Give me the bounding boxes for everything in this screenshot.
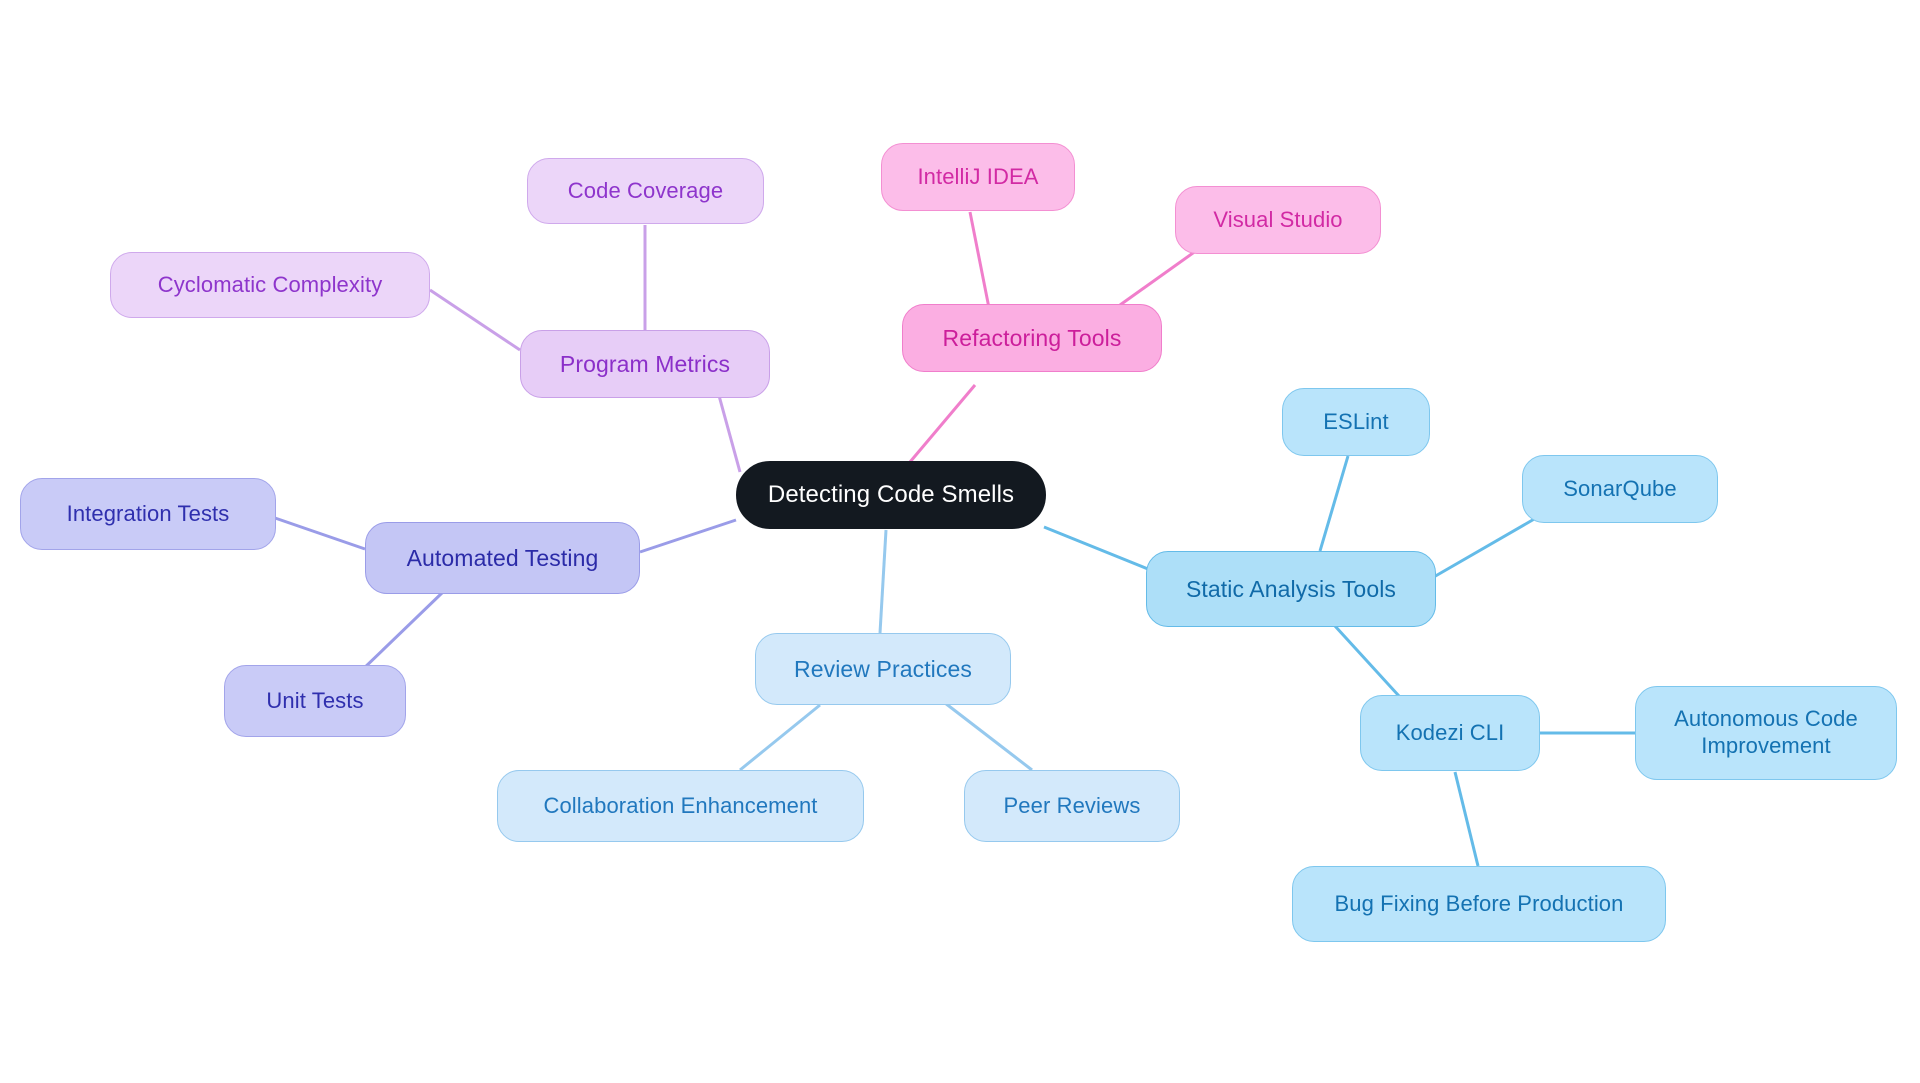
node-collaboration-enhancement[interactable]: Collaboration Enhancement	[497, 770, 864, 842]
static-analysis-tools-label: Static Analysis Tools	[1185, 575, 1397, 602]
unit-tests-label: Unit Tests	[266, 687, 364, 713]
edge-review-practices-peer-reviews	[944, 701, 1033, 772]
edge-kodezi-cli-bug-fixing-before-production	[1453, 771, 1480, 867]
intellij-idea-label: IntelliJ IDEA	[917, 163, 1039, 189]
node-eslint[interactable]: ESLint	[1282, 388, 1430, 456]
edge-root-automated-testing	[639, 518, 737, 554]
node-unit-tests[interactable]: Unit Tests	[224, 665, 406, 737]
node-kodezi-cli[interactable]: Kodezi CLI	[1360, 695, 1540, 771]
automated-testing-label: Automated Testing	[406, 544, 599, 571]
root-label: Detecting Code Smells	[767, 481, 1015, 509]
program-metrics-label: Program Metrics	[559, 350, 731, 377]
edge-review-practices-collaboration-enhancement	[739, 703, 821, 772]
node-sonarqube[interactable]: SonarQube	[1522, 455, 1718, 523]
edge-root-program-metrics	[716, 391, 742, 473]
node-cyclomatic-complexity[interactable]: Cyclomatic Complexity	[110, 252, 430, 318]
edge-refactoring-tools-intellij-idea	[968, 211, 992, 314]
edge-root-static-analysis-tools	[1043, 525, 1159, 575]
collaboration-enhancement-label: Collaboration Enhancement	[543, 792, 818, 818]
visual-studio-label: Visual Studio	[1213, 206, 1343, 232]
edge-refactoring-tools-visual-studio	[1119, 246, 1201, 307]
cyclomatic-complexity-label: Cyclomatic Complexity	[157, 271, 383, 297]
edge-root-review-practices	[878, 529, 888, 634]
mindmap-root-node[interactable]: Detecting Code Smells	[736, 461, 1046, 529]
node-visual-studio[interactable]: Visual Studio	[1175, 186, 1381, 254]
edge-automated-testing-unit-tests	[358, 590, 445, 674]
bug-fixing-before-production-label: Bug Fixing Before Production	[1334, 890, 1624, 916]
review-practices-label: Review Practices	[794, 655, 972, 682]
autonomous-code-improvement-label: Autonomous Code Improvement	[1674, 706, 1858, 758]
node-autonomous-code-improvement[interactable]: Autonomous Code Improvement	[1635, 686, 1897, 780]
integration-tests-label: Integration Tests	[66, 500, 230, 526]
peer-reviews-label: Peer Reviews	[1003, 792, 1141, 818]
code-coverage-label: Code Coverage	[567, 177, 724, 203]
node-peer-reviews[interactable]: Peer Reviews	[964, 770, 1180, 842]
mindmap-canvas: Detecting Code Smells Program Metrics Cy…	[0, 0, 1920, 1083]
eslint-label: ESLint	[1323, 408, 1389, 434]
node-intellij-idea[interactable]: IntelliJ IDEA	[881, 143, 1075, 211]
node-bug-fixing-before-production[interactable]: Bug Fixing Before Production	[1292, 866, 1666, 942]
edge-static-analysis-tools-sonarqube	[1431, 516, 1537, 580]
edge-root-refactoring-tools	[908, 384, 977, 463]
edge-automated-testing-integration-tests	[274, 516, 366, 551]
node-refactoring-tools[interactable]: Refactoring Tools	[902, 304, 1162, 372]
node-program-metrics[interactable]: Program Metrics	[520, 330, 770, 398]
refactoring-tools-label: Refactoring Tools	[942, 324, 1122, 351]
node-code-coverage[interactable]: Code Coverage	[527, 158, 764, 224]
edge-program-metrics-cyclomatic-complexity	[429, 288, 521, 352]
edge-static-analysis-tools-eslint	[1318, 455, 1350, 552]
node-integration-tests[interactable]: Integration Tests	[20, 478, 276, 550]
kodezi-cli-label: Kodezi CLI	[1395, 719, 1505, 745]
node-static-analysis-tools[interactable]: Static Analysis Tools	[1146, 551, 1436, 627]
node-automated-testing[interactable]: Automated Testing	[365, 522, 640, 594]
sonarqube-label: SonarQube	[1563, 475, 1677, 501]
node-review-practices[interactable]: Review Practices	[755, 633, 1011, 705]
